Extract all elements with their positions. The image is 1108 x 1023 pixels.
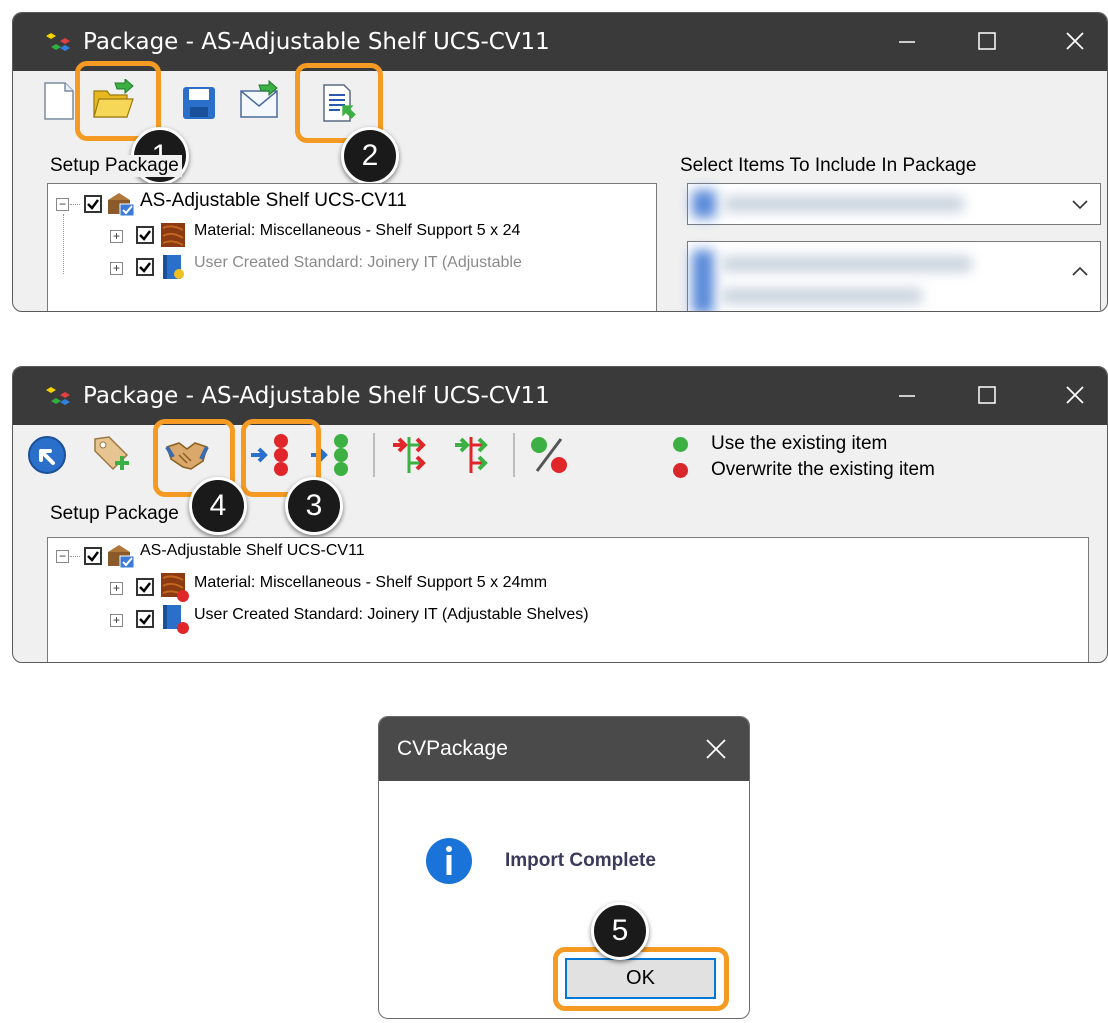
- select-items-label: Select Items To Include In Package: [677, 155, 980, 177]
- blurred-selection: [692, 190, 716, 218]
- package-tree[interactable]: − AS-Adjustable Shelf UCS-CV11 + Materia…: [47, 537, 1089, 662]
- red-branch-button[interactable]: [389, 433, 433, 477]
- items-combo[interactable]: [687, 183, 1101, 225]
- material-icon: [161, 223, 185, 247]
- blurred-list-item: [722, 256, 972, 272]
- blurred-selection: [724, 196, 964, 212]
- package-tree[interactable]: − AS-Adjustable Shelf UCS-CV11 + Materia…: [47, 183, 657, 311]
- legend-red-dot: [673, 463, 688, 478]
- check-icon: [87, 551, 99, 562]
- email-icon: [240, 79, 278, 118]
- items-list[interactable]: [687, 241, 1101, 311]
- window-title: Package - AS-Adjustable Shelf UCS-CV11: [83, 383, 550, 409]
- close-button[interactable]: [1049, 375, 1101, 415]
- expand-toggle[interactable]: +: [110, 262, 123, 275]
- item-checkbox[interactable]: [136, 258, 154, 276]
- close-icon: [1066, 386, 1084, 404]
- root-checkbox[interactable]: [84, 195, 102, 213]
- setup-package-label: Setup Package: [47, 503, 182, 525]
- package-icon: [108, 193, 135, 216]
- blurred-list-item: [692, 250, 714, 311]
- dialog-message: Import Complete: [505, 850, 656, 871]
- save-button[interactable]: [177, 81, 221, 125]
- title-bar[interactable]: Package - AS-Adjustable Shelf UCS-CV11: [13, 13, 1107, 71]
- minimize-button[interactable]: [881, 21, 933, 61]
- back-button[interactable]: [25, 433, 69, 477]
- green-branch-button[interactable]: [451, 433, 495, 477]
- expand-toggle[interactable]: +: [110, 230, 123, 243]
- minimize-icon: [899, 41, 915, 43]
- tree-root-label[interactable]: AS-Adjustable Shelf UCS-CV11: [140, 542, 365, 560]
- highlight-ok: [553, 947, 729, 1011]
- check-icon: [139, 614, 151, 625]
- legend-overwrite: Overwrite the existing item: [711, 459, 935, 480]
- maximize-icon: [978, 32, 996, 50]
- tree-item-label[interactable]: Material: Miscellaneous - Shelf Support …: [194, 222, 520, 240]
- app-icon: [46, 33, 70, 51]
- legend-use-existing: Use the existing item: [711, 433, 888, 454]
- tree-item-label[interactable]: User Created Standard: Joinery IT (Adjus…: [194, 254, 522, 272]
- back-arrow-icon: [28, 436, 66, 474]
- check-icon: [87, 199, 99, 210]
- tree-item-label[interactable]: Material: Miscellaneous - Shelf Support …: [194, 574, 547, 592]
- maximize-button[interactable]: [961, 21, 1013, 61]
- root-checkbox[interactable]: [84, 547, 102, 565]
- step-badge-4: 4: [189, 477, 247, 535]
- setup-package-label: Setup Package: [47, 155, 182, 177]
- tree-root-label[interactable]: AS-Adjustable Shelf UCS-CV11: [140, 190, 407, 212]
- percent-button[interactable]: [527, 433, 571, 477]
- step-badge-2: 2: [341, 127, 399, 185]
- package-icon: [108, 545, 135, 568]
- material-icon: [161, 573, 189, 602]
- item-checkbox[interactable]: [136, 226, 154, 244]
- app-icon: [46, 387, 70, 405]
- dialog-title-bar[interactable]: CVPackage: [379, 717, 749, 781]
- collapse-toggle[interactable]: −: [56, 198, 69, 211]
- item-checkbox[interactable]: [136, 578, 154, 596]
- check-icon: [139, 582, 151, 593]
- package-window-bottom: Package - AS-Adjustable Shelf UCS-CV11 U…: [12, 366, 1108, 663]
- chevron-down-icon[interactable]: [1070, 198, 1090, 212]
- step-badge-3: 3: [285, 477, 343, 535]
- expand-toggle[interactable]: +: [110, 614, 123, 627]
- close-button[interactable]: [1049, 21, 1101, 61]
- maximize-icon: [978, 386, 996, 404]
- green-branch-icon: [455, 437, 488, 473]
- expand-toggle[interactable]: +: [110, 582, 123, 595]
- check-icon: [139, 230, 151, 241]
- close-icon: [1066, 32, 1084, 50]
- title-bar[interactable]: Package - AS-Adjustable Shelf UCS-CV11: [13, 367, 1107, 425]
- scroll-up-icon[interactable]: [1070, 264, 1090, 278]
- add-tag-icon: [94, 436, 129, 471]
- save-icon: [183, 87, 215, 119]
- cvpackage-dialog: CVPackage Import Complete OK 5: [378, 716, 750, 1019]
- package-window-top: Package - AS-Adjustable Shelf UCS-CV11 2…: [12, 12, 1108, 312]
- item-checkbox[interactable]: [136, 610, 154, 628]
- legend-green-dot: [673, 437, 688, 452]
- info-icon: [426, 838, 472, 884]
- tree-item-label[interactable]: User Created Standard: Joinery IT (Adjus…: [194, 606, 589, 624]
- window-title: Package - AS-Adjustable Shelf UCS-CV11: [83, 29, 550, 55]
- percent-icon: [531, 437, 567, 473]
- dialog-title: CVPackage: [397, 737, 508, 760]
- toolbar-separator: [513, 433, 515, 477]
- collapse-toggle[interactable]: −: [56, 550, 69, 563]
- close-icon[interactable]: [701, 734, 731, 764]
- toolbar-separator: [373, 433, 375, 477]
- standard-book-icon: [163, 605, 189, 634]
- step-badge-5: 5: [591, 902, 649, 960]
- blurred-list-item: [722, 288, 922, 304]
- minimize-icon: [899, 395, 915, 397]
- red-branch-icon: [393, 437, 426, 473]
- email-button[interactable]: [237, 79, 281, 123]
- check-icon: [139, 262, 151, 273]
- maximize-button[interactable]: [961, 375, 1013, 415]
- minimize-button[interactable]: [881, 375, 933, 415]
- add-tag-button[interactable]: [89, 431, 133, 475]
- standard-book-icon: [163, 255, 184, 279]
